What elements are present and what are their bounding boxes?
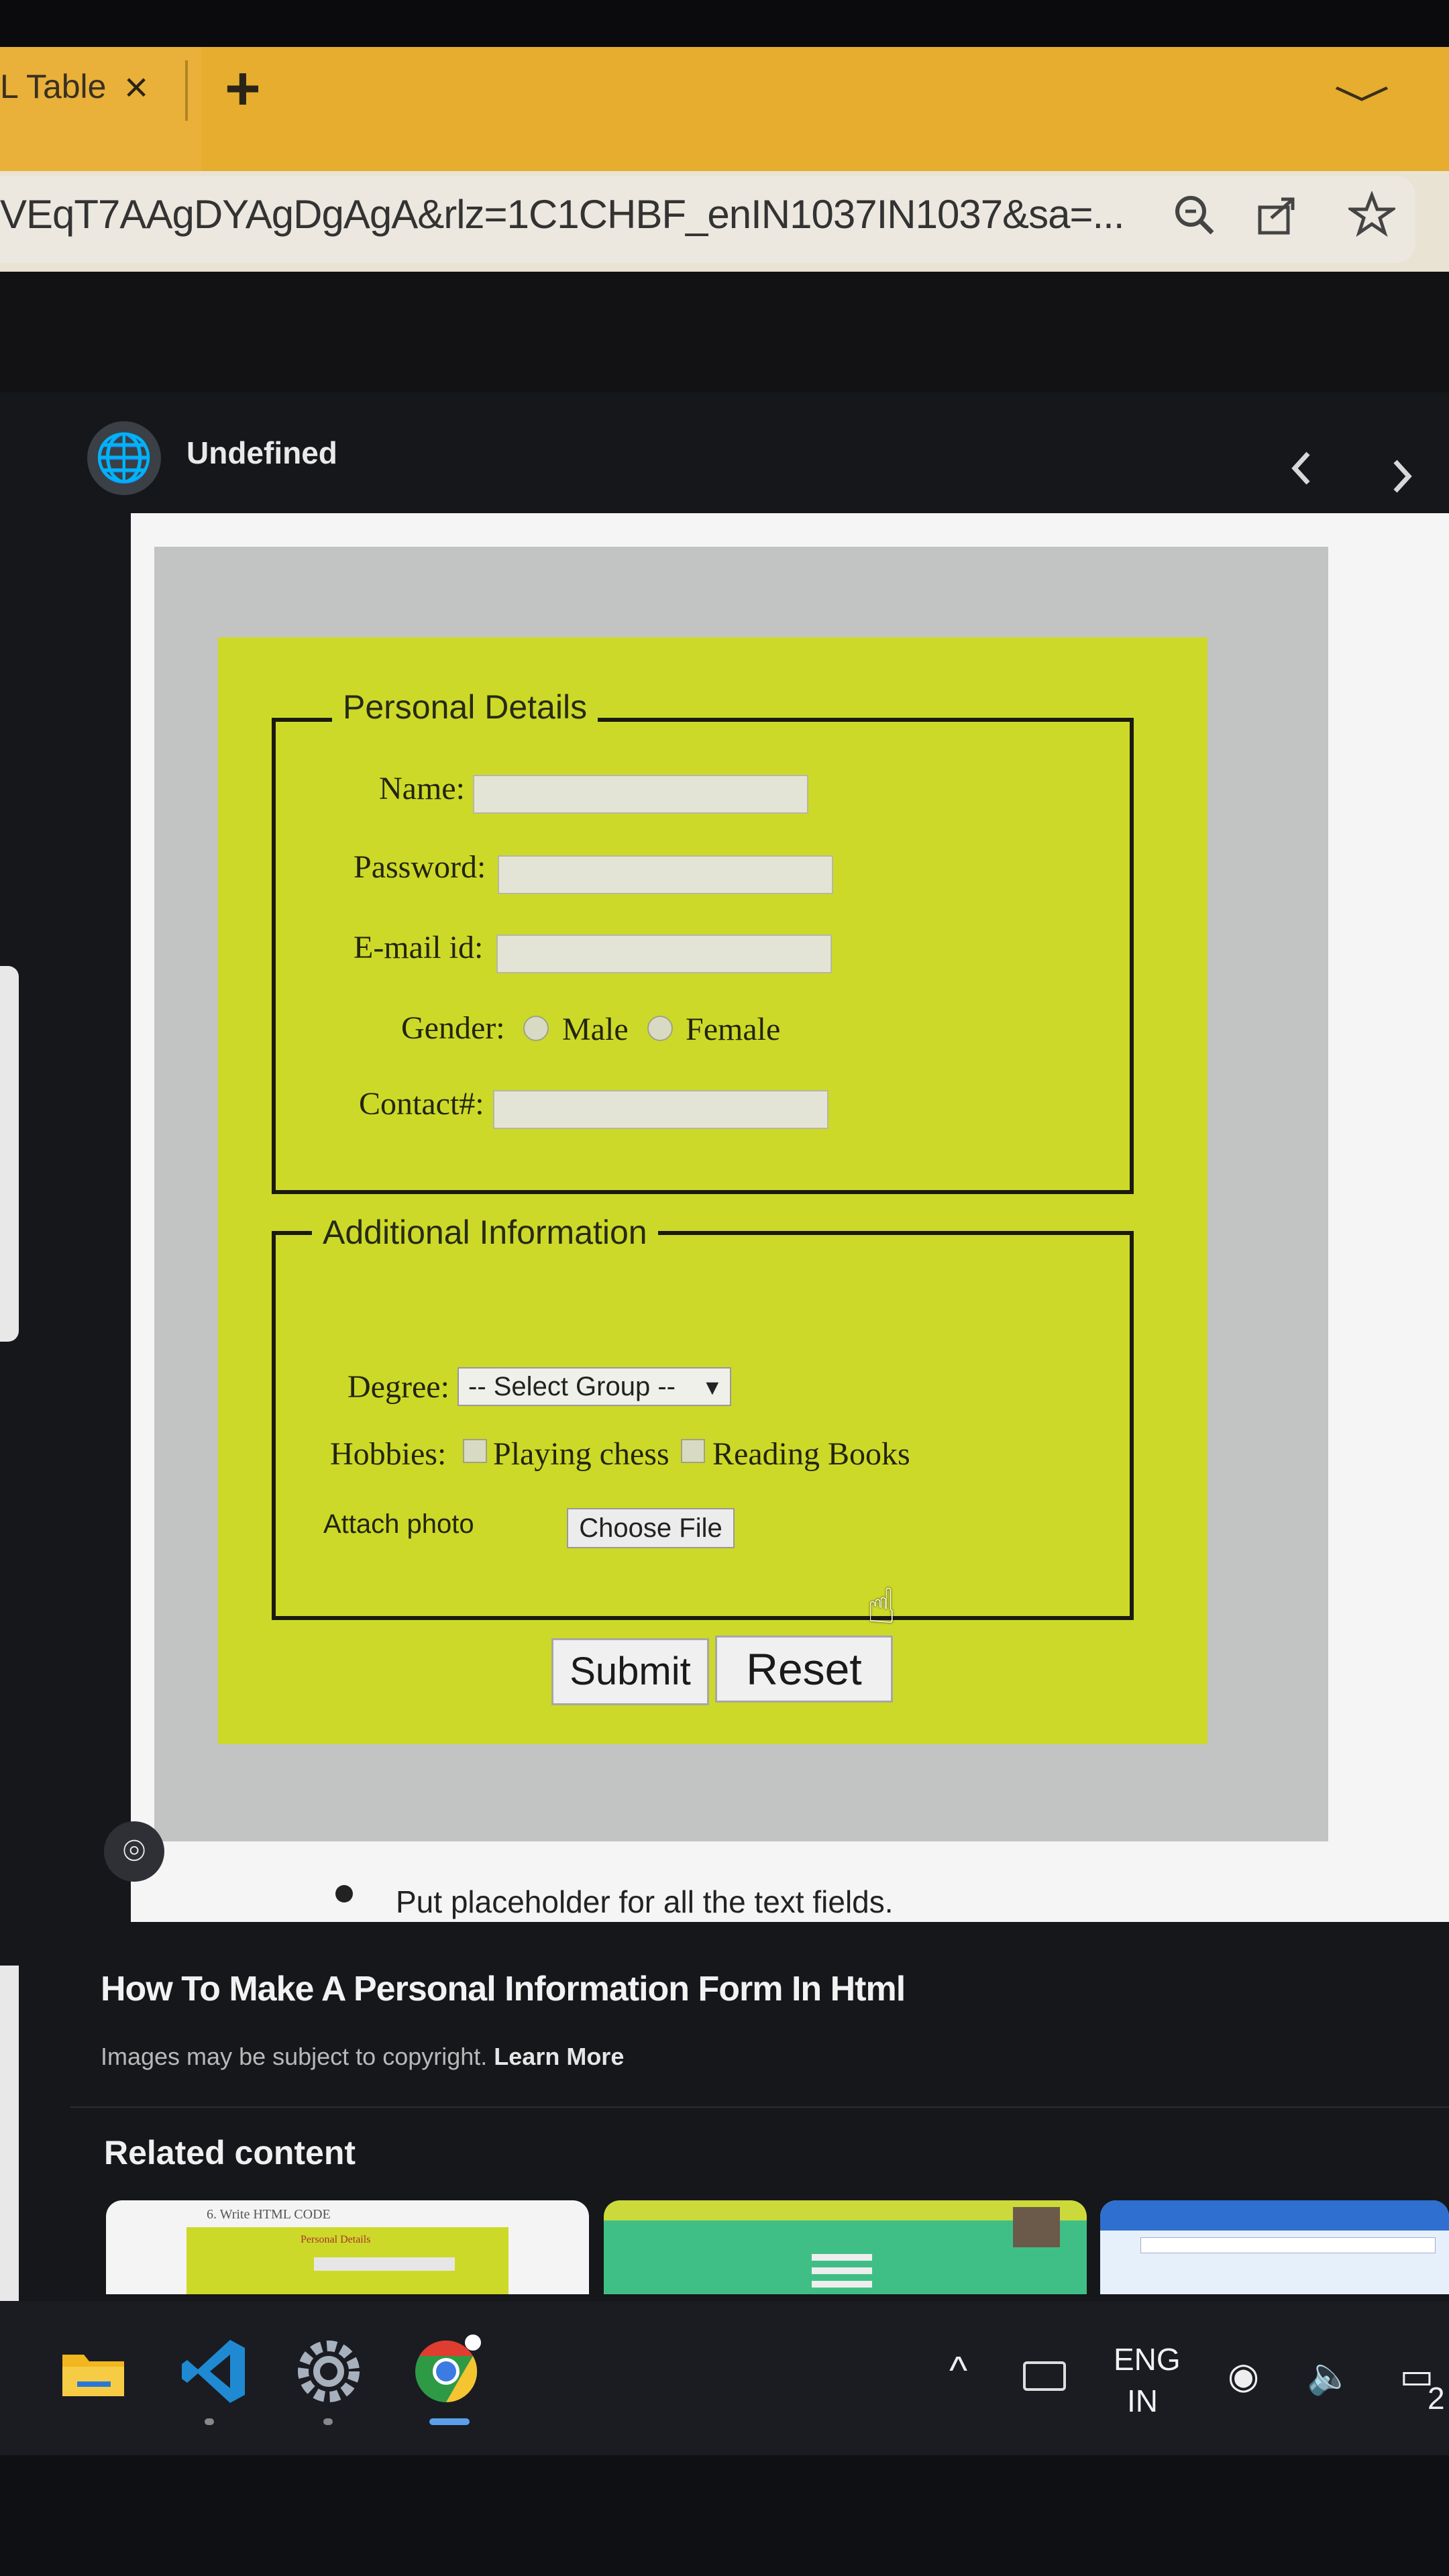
settings-icon[interactable] bbox=[292, 2334, 366, 2408]
degree-label: Degree: bbox=[347, 1369, 449, 1405]
gender-male-radio[interactable] bbox=[523, 1016, 549, 1041]
source-site-name[interactable]: Undefined bbox=[186, 435, 337, 471]
additional-info-legend: Additional Information bbox=[312, 1213, 658, 1252]
show-hidden-icons-chevron-icon[interactable]: ^ bbox=[949, 2348, 967, 2393]
thumb3-address-field bbox=[1140, 2237, 1436, 2253]
contact-input[interactable] bbox=[493, 1090, 828, 1129]
attach-photo-label: Attach photo bbox=[323, 1509, 474, 1539]
file-explorer-icon[interactable] bbox=[57, 2334, 131, 2408]
thumb1-input bbox=[314, 2257, 455, 2271]
related-thumbnail-1[interactable]: 6. Write HTML CODE Personal Details bbox=[106, 2200, 589, 2294]
divider bbox=[70, 2106, 1449, 2108]
bullet-dot bbox=[335, 1885, 353, 1902]
degree-select[interactable]: -- Select Group -- bbox=[458, 1367, 731, 1406]
reset-button[interactable]: Reset bbox=[715, 1635, 893, 1703]
tab-bar bbox=[0, 47, 1449, 171]
chrome-icon[interactable] bbox=[409, 2334, 483, 2408]
lens-search-icon[interactable]: ⌾ bbox=[104, 1821, 164, 1882]
globe-icon: 🌐 bbox=[87, 421, 161, 495]
language-indicator-line1[interactable]: ENG bbox=[1114, 2341, 1181, 2377]
zoom-icon[interactable] bbox=[1171, 191, 1218, 248]
related-thumbnail-2[interactable] bbox=[604, 2200, 1087, 2294]
url-text[interactable]: VEqT7AAgDYAgDgAgA&rlz=1C1CHBF_enIN1037IN… bbox=[0, 191, 1124, 237]
thumb1-subcaption: Personal Details bbox=[301, 2234, 371, 2245]
copyright-text: Images may be subject to copyright. bbox=[101, 2043, 488, 2070]
name-input[interactable] bbox=[473, 775, 808, 814]
monitor-bezel bbox=[0, 2455, 1449, 2576]
thumb1-caption: 6. Write HTML CODE bbox=[207, 2207, 331, 2222]
tab-list-chevron-icon[interactable]: ﹀ bbox=[1334, 74, 1390, 132]
tab-title[interactable]: L Table bbox=[0, 67, 106, 106]
additional-info-fieldset bbox=[272, 1231, 1134, 1620]
related-content-heading: Related content bbox=[104, 2134, 356, 2171]
thumb3-title-bar bbox=[1100, 2200, 1449, 2231]
thumb2-bar-1 bbox=[812, 2254, 872, 2261]
clock[interactable]: 2 bbox=[1428, 2380, 1445, 2416]
share-icon[interactable] bbox=[1254, 191, 1301, 248]
left-page-edge bbox=[0, 966, 19, 1342]
next-image-icon[interactable] bbox=[1389, 456, 1415, 506]
email-input[interactable] bbox=[496, 934, 832, 973]
hobby-chess-label: Playing chess bbox=[493, 1436, 669, 1472]
related-thumbnail-3[interactable] bbox=[1100, 2200, 1449, 2294]
language-indicator-line2[interactable]: IN bbox=[1127, 2383, 1158, 2419]
submit-button[interactable]: Submit bbox=[551, 1638, 709, 1705]
chrome-active-indicator bbox=[429, 2418, 470, 2425]
gender-male-label: Male bbox=[562, 1012, 629, 1047]
email-label: E-mail id: bbox=[354, 930, 484, 965]
hand-cursor-icon: ☝ bbox=[867, 1580, 896, 1633]
settings-running-indicator bbox=[323, 2418, 333, 2425]
vscode-icon[interactable] bbox=[178, 2334, 252, 2408]
thumb2-avatar bbox=[1013, 2207, 1060, 2247]
previous-image-icon[interactable] bbox=[1288, 448, 1315, 498]
contact-label: Contact#: bbox=[359, 1086, 484, 1122]
browser-tab[interactable] bbox=[0, 47, 201, 171]
image-title-link[interactable]: How To Make A Personal Information Form … bbox=[101, 1969, 906, 2009]
hobby-reading-label: Reading Books bbox=[712, 1436, 910, 1472]
close-tab-icon[interactable]: × bbox=[124, 64, 148, 111]
dropdown-arrow-icon: ▼ bbox=[702, 1375, 723, 1399]
thumb2-bar-2 bbox=[812, 2267, 872, 2274]
new-tab-button[interactable]: + bbox=[225, 54, 261, 124]
password-label: Password: bbox=[354, 849, 486, 885]
copyright-notice: Images may be subject to copyright. Lear… bbox=[101, 2043, 624, 2071]
gender-female-radio[interactable] bbox=[647, 1016, 673, 1041]
choose-file-button[interactable]: Choose File bbox=[567, 1508, 735, 1548]
learn-more-link[interactable]: Learn More bbox=[494, 2043, 624, 2070]
personal-details-legend: Personal Details bbox=[332, 688, 598, 727]
name-label: Name: bbox=[379, 771, 465, 806]
hobby-chess-checkbox[interactable] bbox=[463, 1439, 487, 1463]
instruction-bullet-text: Put placeholder for all the text fields. bbox=[396, 1884, 894, 1919]
vscode-running-indicator bbox=[205, 2418, 214, 2425]
touch-keyboard-icon[interactable] bbox=[1023, 2361, 1066, 2391]
thumb2-bar-3 bbox=[812, 2281, 872, 2288]
gender-female-label: Female bbox=[686, 1012, 781, 1047]
password-input[interactable] bbox=[498, 855, 833, 894]
left-page-edge-lower bbox=[0, 1966, 19, 2301]
system-tray-icons[interactable]: ◉ 🔈 ▭ bbox=[1228, 2355, 1449, 2398]
gender-label: Gender: bbox=[401, 1010, 505, 1046]
tab-separator bbox=[185, 60, 188, 121]
hobby-reading-checkbox[interactable] bbox=[681, 1439, 705, 1463]
hobbies-label: Hobbies: bbox=[330, 1436, 447, 1472]
star-icon[interactable] bbox=[1345, 190, 1399, 248]
page-header-area bbox=[0, 272, 1449, 392]
